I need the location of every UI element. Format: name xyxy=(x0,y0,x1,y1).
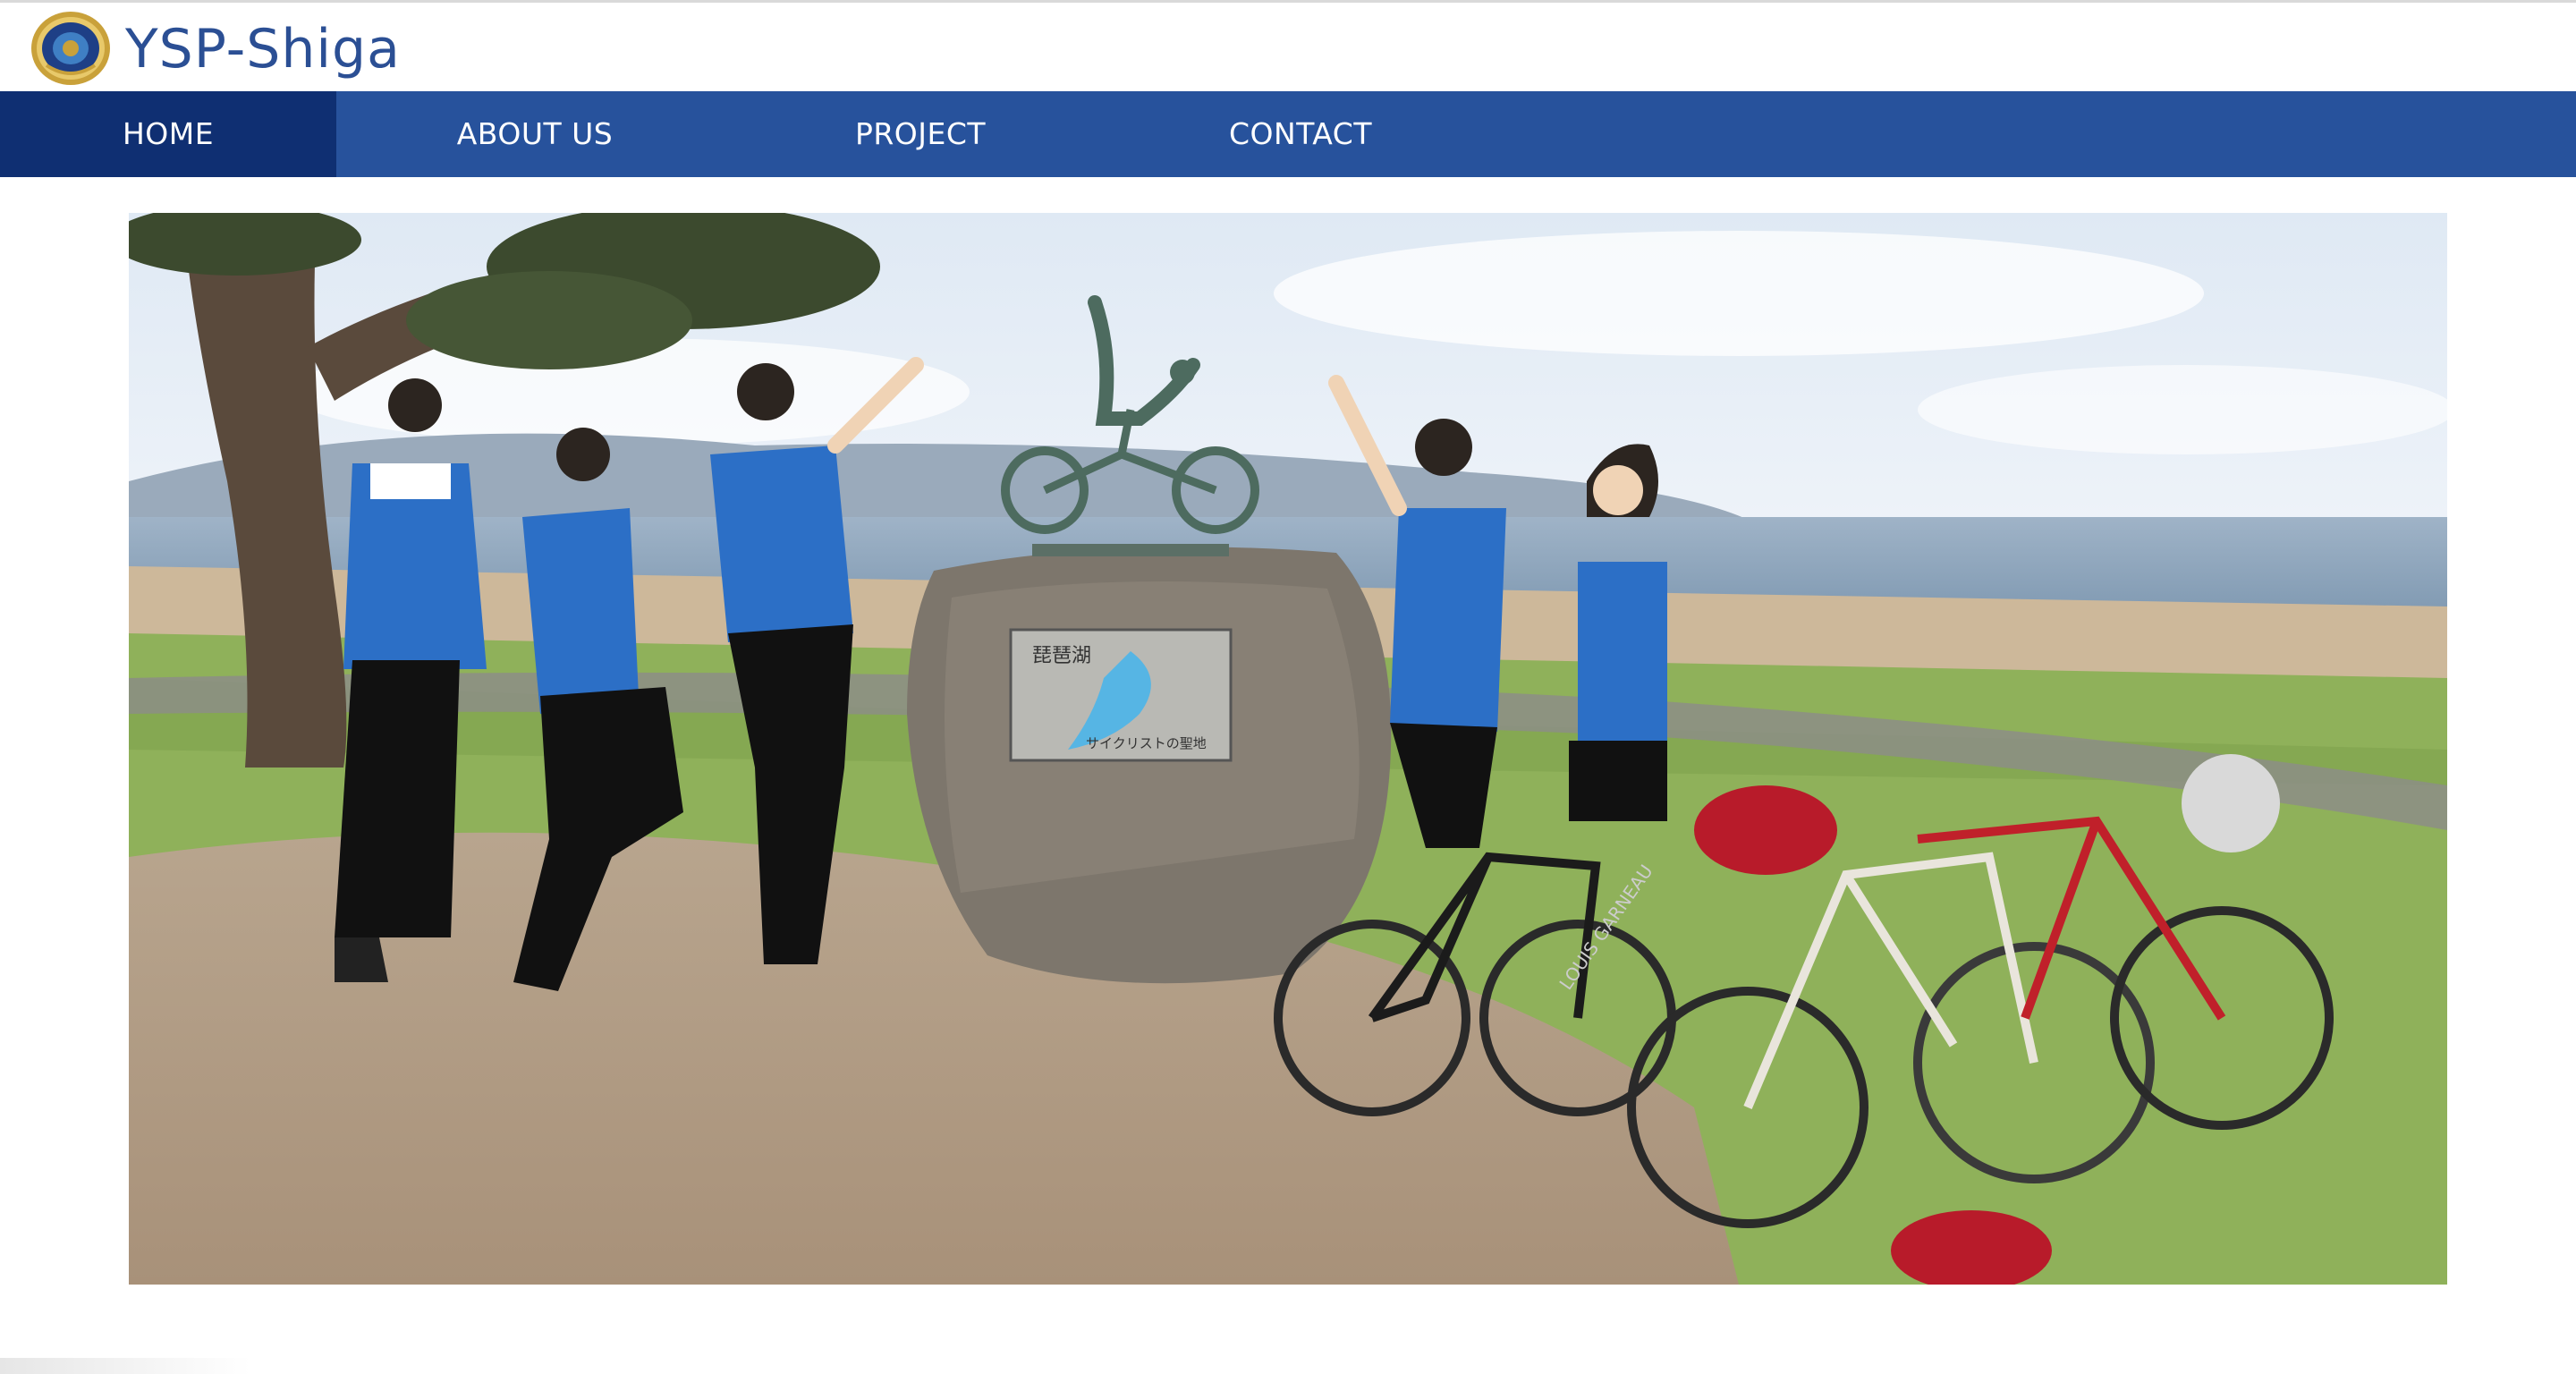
emblem-icon[interactable] xyxy=(29,10,113,87)
nav-home[interactable]: HOME xyxy=(0,91,336,177)
plaque-caption: サイクリストの聖地 xyxy=(1086,735,1207,751)
nav-project[interactable]: PROJECT xyxy=(844,91,996,177)
hero-photo: 琵琶湖 サイクリストの聖地 LOUIS GARNEAU xyxy=(129,213,2447,1285)
bottom-shadow xyxy=(0,1358,250,1374)
main-nav: HOME ABOUT US PROJECT CONTACT xyxy=(0,91,2576,177)
site-title[interactable]: YSP-Shiga xyxy=(125,13,401,85)
site-header: YSP-Shiga xyxy=(0,3,2576,91)
plaque-title: 琵琶湖 xyxy=(1032,645,1091,667)
nav-about-us[interactable]: ABOUT US xyxy=(447,91,623,177)
nav-contact[interactable]: CONTACT xyxy=(1222,91,1379,177)
